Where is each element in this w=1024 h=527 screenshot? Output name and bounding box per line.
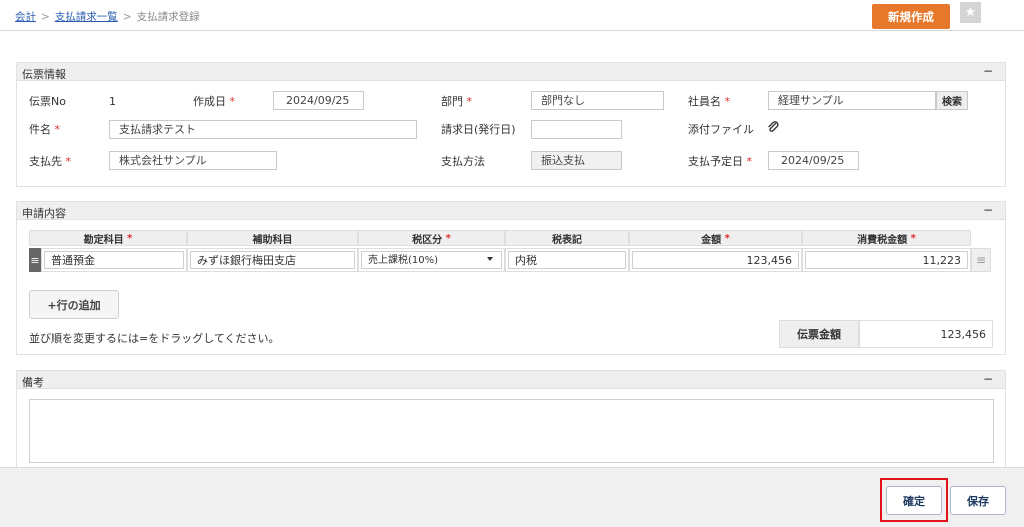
new-create-button[interactable]: 新規作成 xyxy=(872,4,950,29)
collapse-icon[interactable]: − xyxy=(983,203,993,217)
application-header[interactable]: 申請内容 − xyxy=(17,202,1005,220)
total-label: 伝票金額 xyxy=(779,320,859,348)
remarks-header[interactable]: 備考 − xyxy=(17,371,1005,389)
drag-handle-icon[interactable]: ≡ xyxy=(29,248,41,272)
sub-account-input[interactable]: みずほ銀行梅田支店 xyxy=(190,251,355,269)
remarks-section: 備考 − xyxy=(16,370,1006,467)
account-input[interactable]: 普通預金 xyxy=(44,251,184,269)
table-row-account-cell: 普通預金 xyxy=(41,248,187,272)
attachment-label: 添付ファイル xyxy=(688,123,754,136)
required-mark: * xyxy=(445,232,451,244)
section-title: 備考 xyxy=(22,376,44,389)
column-header-tax-category: 税区分 * xyxy=(358,230,505,246)
department-label: 部門 * xyxy=(441,93,472,109)
payee-field[interactable]: 株式会社サンプル xyxy=(109,151,277,170)
highlight-box xyxy=(880,478,948,522)
star-icon[interactable]: ★ xyxy=(960,2,981,23)
payee-label: 支払先 * xyxy=(29,153,71,169)
required-mark: * xyxy=(466,95,473,108)
breadcrumb-accounting-link[interactable]: 会計 xyxy=(15,11,36,23)
created-date-label: 作成日 * xyxy=(193,93,235,109)
column-title: 勘定科目 xyxy=(83,234,124,246)
slip-no-value: 1 xyxy=(109,95,116,108)
section-title: 申請内容 xyxy=(22,207,66,220)
section-title: 伝票情報 xyxy=(22,68,66,81)
breadcrumb-separator: > xyxy=(41,11,50,23)
paperclip-icon[interactable] xyxy=(766,120,780,134)
footer-bar: 確定 保存 xyxy=(0,467,1024,527)
table-row-amount-cell: 123,456 xyxy=(629,248,802,272)
invoice-date-field[interactable] xyxy=(531,120,622,139)
breadcrumb-separator: > xyxy=(122,11,132,23)
application-section: 申請内容 − 勘定科目 * 補助科目 税区分 * 税表記 金額 * 消費税金額 … xyxy=(16,201,1006,355)
payment-method-field: 振込支払 xyxy=(531,151,622,170)
employee-label: 社員名 * xyxy=(688,93,730,109)
column-title: 消費税金額 xyxy=(857,234,908,246)
column-header-tax-amount: 消費税金額 * xyxy=(802,230,971,246)
invoice-date-label: 請求日(発行日) xyxy=(441,123,516,136)
due-date-label: 支払予定日 * xyxy=(688,153,752,169)
payment-method-label: 支払方法 xyxy=(441,155,485,168)
top-bar: 会計 > 支払請求一覧 > 支払請求登録 新規作成 ★ xyxy=(0,0,1024,31)
subject-label: 件名 * xyxy=(29,121,60,137)
slip-info-section: 伝票情報 − 伝票No 1 作成日 * 2024/09/25 部門 * 部門なし… xyxy=(16,62,1006,187)
required-mark: * xyxy=(724,232,730,244)
created-date-field[interactable]: 2024/09/25 xyxy=(273,91,364,110)
column-header-sub-account: 補助科目 xyxy=(187,230,358,246)
row-menu-icon[interactable]: ≡ xyxy=(971,248,991,272)
collapse-icon[interactable]: − xyxy=(983,372,993,386)
chevron-down-icon[interactable] xyxy=(487,257,493,261)
label-text: 支払先 xyxy=(29,155,62,168)
column-header-tax-notation: 税表記 xyxy=(505,230,629,246)
add-row-button[interactable]: +行の追加 xyxy=(29,290,119,319)
remarks-textarea[interactable] xyxy=(29,399,994,463)
subject-field[interactable]: 支払請求テスト xyxy=(109,120,417,139)
due-date-field[interactable]: 2024/09/25 xyxy=(768,151,859,170)
column-title: 税区分 xyxy=(412,234,443,246)
label-text: 支払予定日 xyxy=(688,155,743,168)
label-text: 社員名 xyxy=(688,95,721,108)
required-mark: * xyxy=(127,232,133,244)
department-field[interactable]: 部門なし xyxy=(531,91,664,110)
breadcrumb: 会計 > 支払請求一覧 > 支払請求登録 xyxy=(15,9,200,24)
employee-field[interactable]: 経理サンプル xyxy=(768,91,936,110)
required-mark: * xyxy=(724,95,731,108)
required-mark: * xyxy=(229,95,236,108)
breadcrumb-current: 支払請求登録 xyxy=(136,11,200,23)
table-row-tax-notation-cell: 内税 xyxy=(505,248,629,272)
required-mark: * xyxy=(746,155,753,168)
label-text: 作成日 xyxy=(193,95,226,108)
required-mark: * xyxy=(910,232,916,244)
amount-input[interactable]: 123,456 xyxy=(632,251,799,269)
table-row-tax-amount-cell: 11,223 xyxy=(802,248,971,272)
table-row-sub-account-cell: みずほ銀行梅田支店 xyxy=(187,248,358,272)
slip-info-header[interactable]: 伝票情報 − xyxy=(17,63,1005,81)
save-button[interactable]: 保存 xyxy=(950,486,1006,515)
column-header-amount: 金額 * xyxy=(629,230,802,246)
required-mark: * xyxy=(54,123,61,136)
label-text: 件名 xyxy=(29,123,51,136)
breadcrumb-payment-list-link[interactable]: 支払請求一覧 xyxy=(55,11,118,23)
column-header-account: 勘定科目 * xyxy=(29,230,187,246)
column-title: 金額 xyxy=(701,234,722,246)
total-value: 123,456 xyxy=(859,320,993,348)
slip-no-label: 伝票No xyxy=(29,95,66,108)
tax-amount-input[interactable]: 11,223 xyxy=(805,251,968,269)
collapse-icon[interactable]: − xyxy=(983,64,993,78)
tax-notation-input[interactable]: 内税 xyxy=(508,251,626,269)
label-text: 部門 xyxy=(441,95,463,108)
table-row-tax-category-cell: 売上課税(10%) xyxy=(358,248,505,272)
reorder-hint: 並び順を変更するには=をドラッグしてください。 xyxy=(29,332,280,345)
tax-category-select[interactable]: 売上課税(10%) xyxy=(361,251,502,269)
employee-search-button[interactable]: 検索 xyxy=(936,91,968,110)
required-mark: * xyxy=(65,155,72,168)
